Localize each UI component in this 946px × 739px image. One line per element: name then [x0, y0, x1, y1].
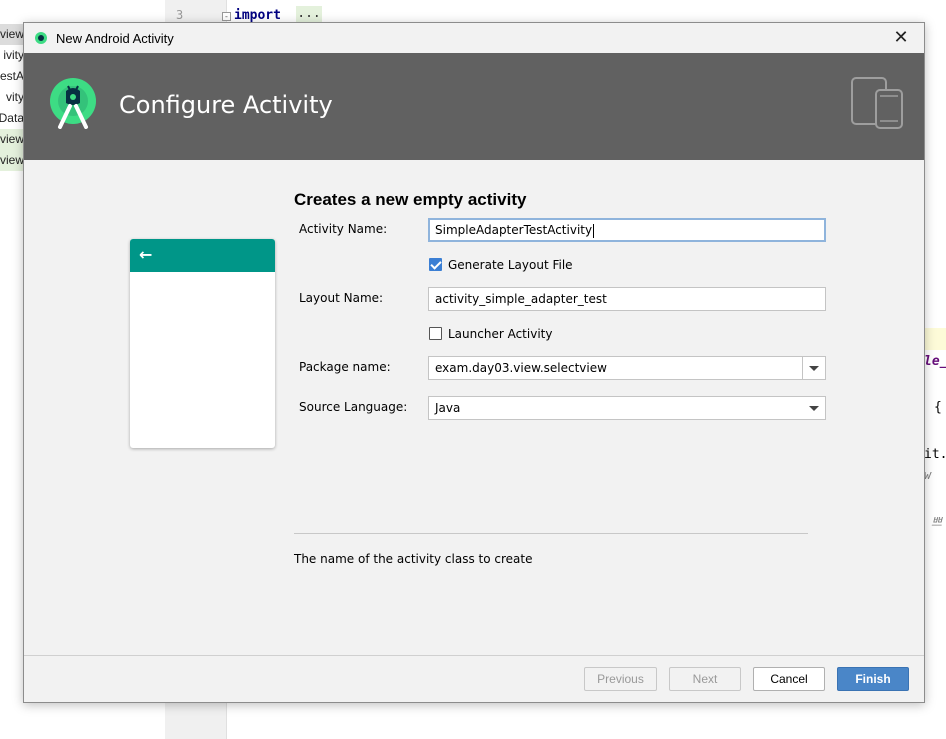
source-language-select[interactable]: Java — [428, 396, 826, 420]
android-studio-logo-icon — [50, 78, 96, 129]
close-button[interactable]: ✕ — [890, 28, 912, 48]
package-name-label: Package name: — [299, 360, 391, 374]
launcher-activity-checkbox[interactable] — [429, 327, 442, 340]
section-title: Creates a new empty activity — [294, 190, 527, 209]
preview-app-bar: ← — [130, 239, 275, 272]
code-fragment: 쁘 — [931, 515, 943, 529]
chevron-down-icon[interactable] — [809, 366, 819, 371]
source-language-label: Source Language: — [299, 400, 408, 414]
dialog-titlebar[interactable]: New Android Activity ✕ — [24, 23, 924, 53]
line-number: 3 — [176, 8, 184, 22]
activity-name-value: SimpleAdapterTestActivity — [435, 223, 593, 237]
android-studio-icon — [35, 32, 47, 44]
fold-toggle-icon[interactable]: - — [222, 12, 231, 21]
code-keyword: import — [234, 8, 281, 23]
code-fragment: it. — [924, 447, 946, 462]
generate-layout-label[interactable]: Generate Layout File — [448, 258, 573, 272]
layout-name-input[interactable]: activity_simple_adapter_test — [428, 287, 826, 311]
text-caret — [593, 223, 595, 238]
project-tree-item[interactable]: ivity — [0, 45, 24, 66]
activity-preview: ← — [130, 239, 275, 448]
chevron-down-icon[interactable] — [809, 406, 819, 411]
dialog-title: New Android Activity — [56, 31, 174, 46]
project-tree-item[interactable]: view — [0, 150, 24, 171]
project-tree-item[interactable]: view — [0, 129, 24, 150]
help-text: The name of the activity class to create — [294, 552, 533, 566]
footer-divider — [24, 655, 924, 656]
page-title: Configure Activity — [119, 91, 333, 119]
activity-name-label: Activity Name: — [299, 222, 388, 236]
generate-layout-checkbox[interactable] — [429, 258, 442, 271]
dialog-header: Configure Activity — [24, 53, 924, 160]
layout-name-label: Layout Name: — [299, 291, 384, 305]
code-fragment: { — [934, 400, 942, 415]
devices-icon — [851, 77, 903, 129]
project-tree-item[interactable]: Data — [0, 108, 24, 129]
package-name-value: exam.day03.view.selectview — [435, 361, 607, 375]
previous-button[interactable]: Previous — [584, 667, 657, 691]
editor-highlight — [924, 328, 946, 350]
code-fragment: w — [924, 468, 932, 482]
source-language-value: Java — [435, 401, 461, 415]
project-tree-item[interactable]: estA — [0, 66, 24, 87]
project-tree-panel: view ivity estA vity Data view view — [0, 0, 24, 739]
combo-divider — [802, 357, 803, 379]
launcher-activity-label[interactable]: Launcher Activity — [448, 327, 552, 341]
activity-name-input[interactable]: SimpleAdapterTestActivity — [428, 218, 826, 242]
project-tree-item[interactable]: vity — [0, 87, 24, 108]
divider — [294, 533, 808, 534]
project-tree-item[interactable]: view — [0, 24, 24, 45]
back-arrow-icon: ← — [139, 245, 153, 264]
new-activity-dialog: New Android Activity ✕ Configure Activit… — [23, 22, 925, 703]
package-name-combo[interactable]: exam.day03.view.selectview — [428, 356, 826, 380]
code-fragment: le_ — [924, 354, 946, 369]
finish-button[interactable]: Finish — [837, 667, 909, 691]
next-button[interactable]: Next — [669, 667, 741, 691]
cancel-button[interactable]: Cancel — [753, 667, 825, 691]
